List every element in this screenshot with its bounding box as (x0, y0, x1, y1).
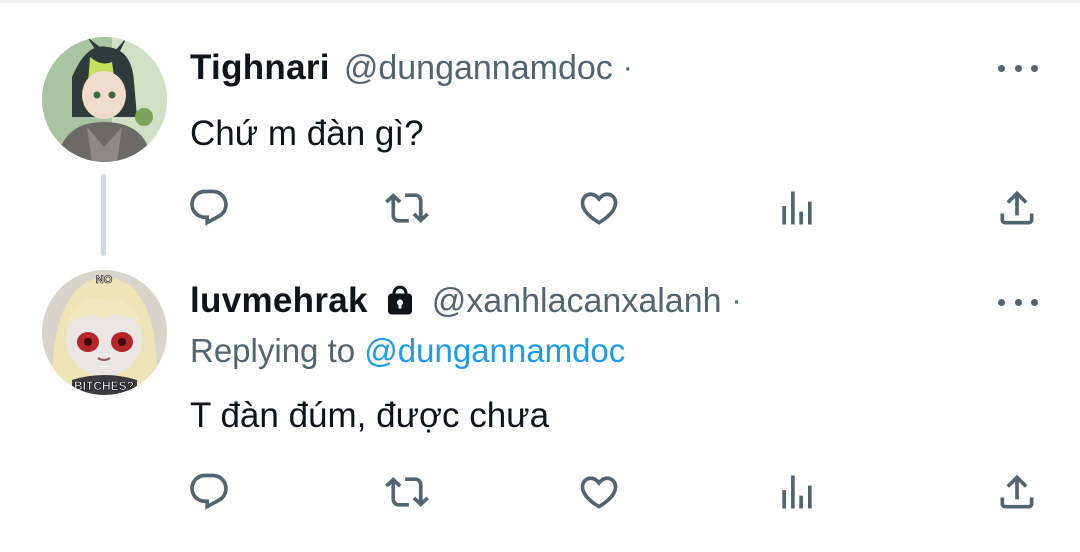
avatar-caption-top: NO (96, 274, 113, 286)
separator-dot: · (622, 51, 633, 84)
mention-link[interactable]: @dungannamdoc (364, 332, 625, 369)
more-dot (998, 64, 1005, 72)
share-button[interactable] (992, 462, 1042, 522)
tighnari-avatar-image (42, 37, 167, 162)
tweet[interactable]: Tighnari @dungannamdoc · Chứ m đàn gì? (0, 0, 1080, 260)
avatar-caption-bottom: BITCHES? (74, 379, 134, 393)
plush-avatar-image: NO BITCHES? (42, 270, 167, 395)
username[interactable]: @xanhlacanxalanh (432, 282, 722, 321)
share-icon (1000, 474, 1034, 509)
tweet-actions (0, 178, 1080, 238)
more-dot (998, 298, 1005, 306)
retweet-icon (385, 477, 429, 507)
views-icon (782, 191, 812, 225)
like-button[interactable] (574, 178, 624, 238)
separator-dot: · (731, 284, 742, 317)
more-dot (1014, 298, 1022, 306)
more-icon[interactable] (998, 58, 1038, 78)
more-icon[interactable] (998, 292, 1038, 312)
tweet-header: luvmehrak @xanhlacanxalanh · (190, 276, 742, 326)
username[interactable]: @dungannamdoc (344, 49, 613, 88)
views-button[interactable] (772, 178, 822, 238)
retweet-button[interactable] (382, 462, 432, 522)
reply-button[interactable] (184, 462, 234, 522)
like-button[interactable] (574, 462, 624, 522)
tweet[interactable]: NO BITCHES? luvmehrak @xanhlacanxalanh ·… (0, 260, 1080, 552)
tweet-header: Tighnari @dungannamdoc · (190, 43, 633, 93)
display-name[interactable]: luvmehrak (190, 281, 368, 321)
replying-prefix: Replying to (190, 332, 365, 369)
heart-icon (580, 476, 618, 509)
more-dot (1031, 298, 1038, 306)
more-dot (1031, 64, 1038, 72)
avatar[interactable] (42, 37, 167, 162)
reply-icon (190, 473, 228, 510)
retweet-icon (385, 193, 429, 223)
tweet-actions (0, 462, 1080, 522)
views-button[interactable] (772, 462, 822, 522)
heart-icon (580, 192, 618, 225)
reply-button[interactable] (184, 178, 234, 238)
share-button[interactable] (992, 178, 1042, 238)
replying-to: Replying to @dungannamdoc (190, 332, 625, 370)
avatar[interactable]: NO BITCHES? (42, 270, 167, 395)
reply-icon (190, 189, 228, 226)
lock-icon (382, 281, 418, 321)
tweet-text: Chứ m đàn gì? (190, 114, 424, 153)
retweet-button[interactable] (382, 178, 432, 238)
more-dot (1014, 64, 1022, 72)
tweet-text: T đàn đúm, được chưa (190, 396, 550, 435)
share-icon (1000, 190, 1034, 225)
display-name[interactable]: Tighnari (190, 48, 330, 88)
views-icon (782, 475, 812, 509)
